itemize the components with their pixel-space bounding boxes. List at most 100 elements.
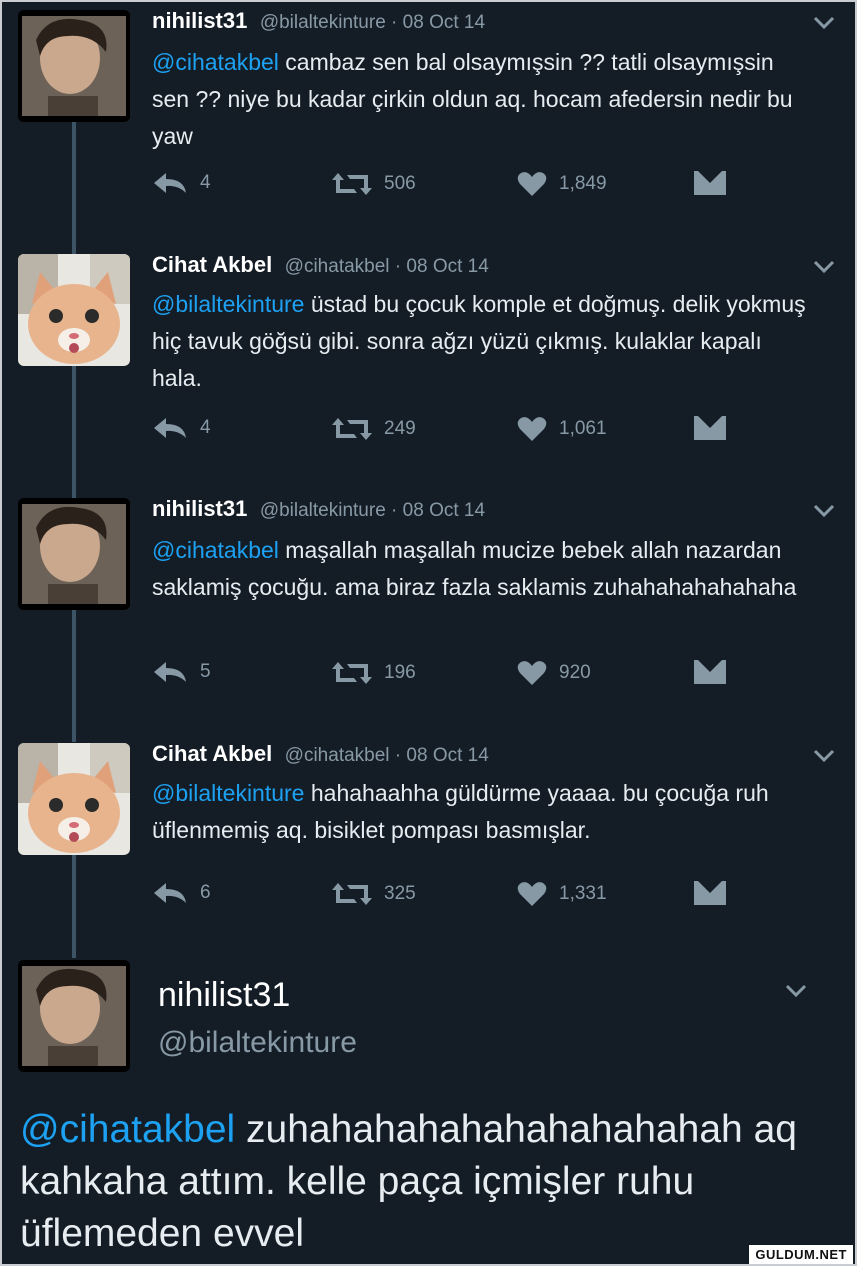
avatar-boy-image — [18, 10, 130, 122]
chevron-down-icon[interactable] — [813, 749, 835, 768]
display-name[interactable]: nihilist31 — [152, 496, 247, 521]
direct-message-button[interactable] — [694, 171, 726, 195]
retweet-icon — [332, 171, 372, 197]
mention-link[interactable]: @cihatakbel — [152, 537, 279, 563]
heart-icon — [517, 416, 547, 442]
retweet-count: 325 — [384, 883, 416, 904]
avatar-cat-image — [18, 743, 130, 855]
direct-message-button[interactable] — [694, 881, 726, 905]
reply-count: 5 — [200, 661, 211, 682]
chevron-down-icon[interactable] — [785, 984, 807, 1003]
retweet-button[interactable]: 506 — [332, 171, 416, 197]
reply-button[interactable]: 4 — [152, 171, 211, 195]
tweet-text: @cihatakbel zuhahahahahahahahahahah aq k… — [20, 1104, 840, 1260]
reply-icon — [152, 660, 188, 684]
avatar-nihilist31[interactable] — [18, 498, 130, 610]
display-name[interactable]: nihilist31 — [152, 8, 247, 33]
tweet-date[interactable]: 08 Oct 14 — [406, 256, 488, 277]
reply-icon — [152, 881, 188, 905]
direct-message-button[interactable] — [694, 416, 726, 440]
tweet-header: Cihat Akbel @cihatakbel · 08 Oct 14 — [152, 741, 489, 767]
retweet-count: 249 — [384, 418, 416, 439]
user-handle[interactable]: @cihatakbel — [285, 256, 390, 277]
retweet-count: 506 — [384, 173, 416, 194]
user-handle[interactable]: @bilaltekinture — [260, 12, 386, 33]
retweet-button[interactable]: 249 — [332, 416, 416, 442]
user-handle[interactable]: @bilaltekinture — [158, 1026, 357, 1060]
reply-icon — [152, 171, 188, 195]
tweet-actions: 4 506 1,849 — [152, 171, 752, 201]
tweet-date[interactable]: 08 Oct 14 — [403, 12, 485, 33]
direct-message-icon — [694, 660, 726, 684]
retweet-icon — [332, 660, 372, 686]
tweet-text: @cihatakbel maşallah maşallah mucize beb… — [152, 532, 812, 606]
tweet-actions: 5 196 920 — [152, 660, 752, 690]
like-count: 1,331 — [559, 883, 607, 904]
display-name[interactable]: nihilist31 — [158, 976, 290, 1015]
avatar-nihilist31[interactable] — [18, 960, 130, 1072]
thread-line — [72, 855, 76, 958]
chevron-down-icon[interactable] — [813, 504, 835, 523]
tweet-header: nihilist31 @bilaltekinture · 08 Oct 14 — [152, 496, 485, 522]
retweet-button[interactable]: 196 — [332, 660, 416, 686]
reply-count: 4 — [200, 417, 211, 438]
like-button[interactable]: 920 — [517, 660, 591, 686]
direct-message-button[interactable] — [694, 660, 726, 684]
chevron-down-icon[interactable] — [813, 260, 835, 279]
chevron-down-icon[interactable] — [813, 16, 835, 35]
heart-icon — [517, 881, 547, 907]
reply-button[interactable]: 4 — [152, 416, 211, 440]
retweet-icon — [332, 416, 372, 442]
mention-link[interactable]: @bilaltekinture — [152, 291, 304, 317]
tweet-header: nihilist31 @bilaltekinture · 08 Oct 14 — [152, 8, 485, 34]
date-separator: · — [385, 12, 403, 33]
tweet-text: @cihatakbel cambaz sen bal olsaymışsin ?… — [152, 44, 812, 155]
tweet-date[interactable]: 08 Oct 14 — [406, 745, 488, 766]
avatar-cat-image — [18, 254, 130, 366]
direct-message-icon — [694, 171, 726, 195]
tweet-text: @bilaltekinture üstad bu çocuk komple et… — [152, 286, 812, 397]
mention-link[interactable]: @cihatakbel — [20, 1108, 235, 1151]
user-handle[interactable]: @bilaltekinture — [260, 500, 386, 521]
direct-message-icon — [694, 416, 726, 440]
date-separator: · — [389, 745, 407, 766]
avatar-boy-image — [18, 498, 130, 610]
tweet-header: Cihat Akbel @cihatakbel · 08 Oct 14 — [152, 252, 489, 278]
tweet-date[interactable]: 08 Oct 14 — [403, 500, 485, 521]
date-separator: · — [389, 256, 407, 277]
like-count: 1,061 — [559, 418, 607, 439]
avatar-cihat-akbel[interactable] — [18, 743, 130, 855]
display-name[interactable]: Cihat Akbel — [152, 741, 272, 766]
like-button[interactable]: 1,331 — [517, 881, 607, 907]
tweet-actions: 6 325 1,331 — [152, 881, 752, 911]
thread-line — [72, 610, 76, 742]
heart-icon — [517, 171, 547, 197]
mention-link[interactable]: @bilaltekinture — [152, 780, 304, 806]
reply-icon — [152, 416, 188, 440]
reply-count: 6 — [200, 882, 211, 903]
like-count: 1,849 — [559, 173, 607, 194]
thread-line — [72, 122, 76, 254]
heart-icon — [517, 660, 547, 686]
tweet-actions: 4 249 1,061 — [152, 416, 752, 446]
avatar-boy-image — [18, 960, 130, 1072]
date-separator: · — [385, 500, 403, 521]
tweet-text: @bilaltekinture hahahaahha güldürme yaaa… — [152, 775, 812, 849]
watermark: GULDUM.NET — [749, 1245, 853, 1264]
reply-button[interactable]: 5 — [152, 660, 211, 684]
display-name[interactable]: Cihat Akbel — [152, 252, 272, 277]
mention-link[interactable]: @cihatakbel — [152, 49, 279, 75]
user-handle[interactable]: @cihatakbel — [285, 745, 390, 766]
avatar-nihilist31[interactable] — [18, 10, 130, 122]
like-button[interactable]: 1,849 — [517, 171, 607, 197]
thread-line — [72, 366, 76, 498]
retweet-button[interactable]: 325 — [332, 881, 416, 907]
retweet-icon — [332, 881, 372, 907]
like-count: 920 — [559, 662, 591, 683]
avatar-cihat-akbel[interactable] — [18, 254, 130, 366]
reply-button[interactable]: 6 — [152, 881, 211, 905]
retweet-count: 196 — [384, 662, 416, 683]
direct-message-icon — [694, 881, 726, 905]
reply-count: 4 — [200, 172, 211, 193]
like-button[interactable]: 1,061 — [517, 416, 607, 442]
